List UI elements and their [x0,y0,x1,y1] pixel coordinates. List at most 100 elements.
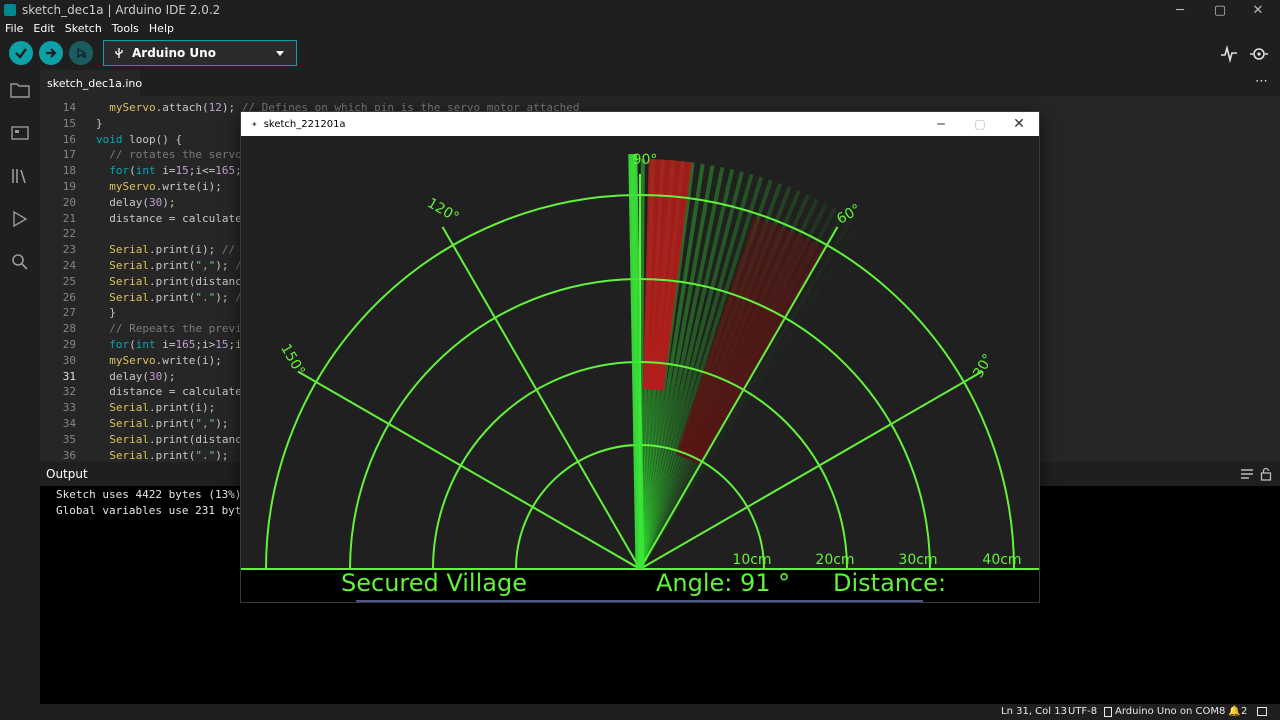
sketch-minimize-button[interactable]: ─ [922,112,960,136]
distance-label: 20cm [815,552,854,568]
footer-underline [356,600,923,602]
distance-label: 40cm [982,552,1021,568]
line-number: 15 [62,116,76,130]
library-icon [12,169,26,184]
notification-bell-icon[interactable]: 🔔 [1228,706,1240,717]
line-number: 35 [62,432,76,446]
chevron-down-icon [276,51,284,56]
menu-edit[interactable]: Edit [33,22,54,35]
sketch-app-icon: ✦ [251,119,258,129]
menu-bar: File Edit Sketch Tools Help [0,20,1280,36]
verify-button[interactable] [9,41,33,65]
sketch-window[interactable]: ✦ sketch_221201a ─ ▢ ✕ 30° 60° 90° 120° 150°… [240,111,1040,603]
output-line: Sketch uses 4422 bytes (13%) [56,488,242,501]
arduino-app-icon [4,4,16,16]
sketch-window-titlebar: ✦ sketch_221201a ─ ▢ ✕ [241,112,1039,136]
sketch-window-title: sketch_221201a [263,118,346,130]
line-number: 30 [62,353,76,367]
line-number: 34 [62,417,76,430]
code-text: Serial.print(","); [109,417,229,430]
line-number: 32 [62,385,76,399]
serial-plotter-button[interactable] [1219,44,1239,64]
serial-monitor-button[interactable] [1249,44,1269,64]
code-text: myServo.write(i); [109,353,222,367]
window-title: sketch_dec1a | Arduino IDE 2.0.2 [22,3,221,17]
code-text: } [96,306,116,320]
output-title: Output [46,467,88,481]
board-selector[interactable]: Arduino Uno [103,40,297,66]
usb-icon [115,48,123,58]
code-text: delay(30); [96,369,176,383]
clear-output-icon[interactable] [1240,468,1254,480]
distance-readout: Distance: [833,569,946,597]
code-text: myServo.write(i); [109,180,222,193]
code-text: Serial.print("."); [109,448,229,462]
search-button[interactable] [9,251,31,273]
menu-help[interactable]: Help [149,22,174,35]
line-number: 22 [62,227,76,241]
upload-button[interactable] [39,41,63,65]
menu-tools[interactable]: Tools [112,22,139,35]
lock-icon[interactable] [1260,467,1272,481]
line-number: 16 [62,132,76,146]
folder-icon [10,83,30,98]
footer-name: Secured Village [341,569,527,597]
board-selector-label: Arduino Uno [132,46,216,60]
board-status-icon [1104,707,1112,717]
boards-manager-button[interactable] [9,122,31,144]
debug-button[interactable] [69,41,93,65]
menu-sketch[interactable]: Sketch [65,22,102,35]
board-port-status[interactable]: Arduino Uno on COM8 [1115,706,1225,717]
line-number: 14 [62,101,76,114]
line-number: 21 [62,211,76,225]
activity-sidebar [0,70,40,704]
restore-button[interactable]: ▢ [1200,0,1240,20]
output-line: Global variables use 231 byte [56,504,249,517]
menu-file[interactable]: File [5,22,23,35]
line-number: 25 [62,274,76,288]
debug-panel-button[interactable] [9,208,31,230]
plotter-icon [1221,44,1237,64]
radar-display: 30°60°90°120°150°10cm 20cm 30cm 40cm Secure… [241,136,1039,602]
angle-readout: Angle: 91 ° [656,569,790,597]
code-text: Serial.print(distance); [109,274,262,288]
code-text: } [96,116,103,130]
cursor-position[interactable]: Ln 31, Col 13 [1001,706,1067,717]
line-number: 19 [62,180,76,193]
line-number: 23 [62,243,76,257]
line-number: 24 [62,259,76,272]
code-text: // rotates the servo [109,148,242,162]
line-number: 28 [62,322,76,336]
status-bar: Ln 31, Col 13 UTF-8 Arduino Uno on COM8 … [0,704,1280,720]
line-number: 31 [62,369,76,383]
panel-toggle-icon[interactable] [1257,707,1267,716]
close-button[interactable]: ✕ [1238,0,1278,20]
code-text: Serial.print(distance); [109,432,262,446]
check-icon [15,48,27,59]
window-titlebar: sketch_dec1a | Arduino IDE 2.0.2 ─ ▢ ✕ [0,0,1280,20]
line-number: 18 [62,164,76,178]
library-manager-button[interactable] [9,165,31,187]
serial-monitor-icon [1250,48,1268,60]
code-text: Serial.print(i); [109,401,216,415]
line-number: 36 [62,448,76,462]
line-number: 27 [62,306,76,320]
line-number: 20 [62,195,76,209]
debug-icon [77,47,87,59]
sketch-maximize-button[interactable]: ▢ [961,112,999,136]
angle-label: 90° [633,152,658,168]
toolbar: Arduino Uno [0,36,1280,70]
editor-tab-bar: sketch_dec1a.ino ⋯ [40,70,1280,96]
more-actions-icon[interactable]: ⋯ [1255,74,1268,89]
code-text: void loop() { [96,132,183,146]
minimize-button[interactable]: ─ [1160,0,1200,20]
file-encoding[interactable]: UTF-8 [1068,706,1097,717]
distance-label: 30cm [898,552,937,568]
sketch-close-button[interactable]: ✕ [1000,112,1038,136]
line-number: 29 [62,338,76,351]
line-number: 26 [62,290,76,304]
board-icon [11,126,29,140]
code-text: delay(30); [96,195,176,209]
sketchbook-button[interactable] [9,79,31,101]
tab-sketch[interactable]: sketch_dec1a.ino [40,70,142,96]
